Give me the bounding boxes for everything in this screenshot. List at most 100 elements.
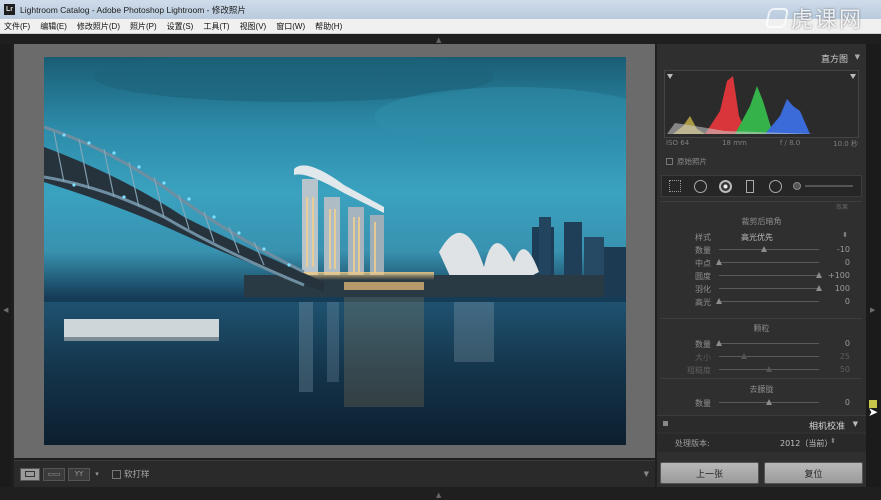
loupe-view-button[interactable] bbox=[20, 467, 40, 481]
vignette-slider-value[interactable]: -10 bbox=[837, 245, 850, 254]
vignette-slider-thumb[interactable] bbox=[816, 272, 822, 278]
effects-title: 效果 bbox=[835, 204, 848, 211]
grain-slider-row[interactable]: 大小 25 bbox=[661, 350, 862, 363]
bottom-panel-toggle-icon[interactable]: ▲ bbox=[436, 491, 441, 499]
panel-switch-icon[interactable] bbox=[663, 421, 668, 426]
watermark: 虎课网 bbox=[764, 2, 863, 34]
photo-preview[interactable] bbox=[44, 57, 626, 445]
process-version-row[interactable]: 处理版本: 2012（当前） ⬍ bbox=[657, 434, 866, 452]
vignette-slider-track[interactable] bbox=[719, 275, 819, 276]
radial-filter-icon bbox=[768, 179, 782, 193]
menu-tools[interactable]: 工具(T) bbox=[203, 21, 229, 32]
panel-button-row: 上一张 复位 bbox=[657, 462, 866, 484]
tool-strip bbox=[661, 175, 862, 197]
vignette-slider-thumb[interactable] bbox=[716, 298, 722, 304]
process-version-dropdown-icon[interactable]: ⬍ bbox=[830, 437, 836, 445]
red-eye-icon bbox=[718, 179, 732, 193]
vignette-slider-thumb[interactable] bbox=[761, 246, 767, 252]
camera-calibration-collapse-icon[interactable]: ▼ bbox=[853, 420, 858, 428]
menu-edit[interactable]: 编辑(E) bbox=[40, 21, 67, 32]
soft-proof-checkbox[interactable] bbox=[112, 469, 121, 479]
vignette-slider-row[interactable]: 圆度 +100 bbox=[661, 269, 862, 282]
vignette-slider-track[interactable] bbox=[719, 301, 819, 302]
grain-slider-thumb[interactable] bbox=[716, 340, 722, 346]
process-version-value[interactable]: 2012（当前） bbox=[780, 438, 832, 449]
dehaze-slider-thumb[interactable] bbox=[766, 399, 772, 405]
dehaze-slider-row[interactable]: 数量 0 bbox=[661, 396, 862, 409]
style-dropdown-icon[interactable]: ⬍ bbox=[842, 231, 848, 239]
style-value[interactable]: 高光优先 bbox=[741, 232, 773, 243]
before-after-button[interactable]: ▭▭ bbox=[43, 467, 65, 481]
bottom-toolbar: ▭▭ YY ▾ 软打样 ▼ bbox=[14, 460, 655, 487]
menu-window[interactable]: 窗口(W) bbox=[276, 21, 305, 32]
histogram-header[interactable]: 直方图 ▼ bbox=[657, 48, 866, 66]
menu-develop[interactable]: 修改照片(D) bbox=[77, 21, 120, 32]
brush-icon bbox=[793, 182, 801, 190]
left-panel-strip[interactable]: ◀ bbox=[0, 44, 11, 487]
menu-view[interactable]: 视图(V) bbox=[240, 21, 267, 32]
vignette-slider-thumb[interactable] bbox=[716, 259, 722, 265]
right-scrollbar[interactable]: ▶ ➤ bbox=[866, 44, 881, 487]
radial-filter-tool-button[interactable] bbox=[768, 179, 782, 193]
dehaze-slider-value[interactable]: 0 bbox=[845, 398, 850, 407]
left-panel-toggle-icon[interactable]: ◀ bbox=[3, 306, 8, 314]
vignette-slider-track[interactable] bbox=[719, 288, 819, 289]
grain-slider-thumb[interactable] bbox=[741, 353, 747, 359]
view-options-arrow-icon[interactable]: ▾ bbox=[93, 468, 101, 481]
vignette-slider-value[interactable]: +100 bbox=[828, 271, 850, 280]
brush-slider[interactable] bbox=[805, 185, 853, 187]
histogram-graph[interactable] bbox=[664, 70, 859, 138]
menu-photo[interactable]: 照片(P) bbox=[130, 21, 157, 32]
camera-calibration-header[interactable]: 相机校准 ▼ bbox=[657, 415, 866, 432]
before-after-swap-button[interactable]: YY bbox=[68, 467, 90, 481]
vignette-slider-track[interactable] bbox=[719, 249, 819, 250]
vignette-style-row[interactable]: 样式 高光优先 ⬍ bbox=[661, 230, 862, 243]
original-photo-label: 原始照片 bbox=[677, 157, 707, 166]
vignette-slider-row[interactable]: 羽化 100 bbox=[661, 282, 862, 295]
window-title: Lightroom Catalog - Adobe Photoshop Ligh… bbox=[20, 4, 246, 15]
vignette-slider-row[interactable]: 高光 0 bbox=[661, 295, 862, 308]
vignette-title: 裁剪后暗角 bbox=[741, 217, 782, 226]
red-eye-tool-button[interactable] bbox=[718, 179, 732, 193]
vignette-slider-value[interactable]: 0 bbox=[845, 258, 850, 267]
right-panel-toggle-icon[interactable]: ▶ bbox=[870, 306, 875, 314]
vignette-slider-row[interactable]: 数量 -10 bbox=[661, 243, 862, 256]
section-divider bbox=[661, 318, 862, 319]
graduated-filter-tool-button[interactable] bbox=[743, 179, 757, 193]
photo-scene bbox=[44, 57, 626, 445]
original-photo-checkbox[interactable] bbox=[666, 158, 673, 165]
grain-slider-thumb[interactable] bbox=[766, 366, 772, 372]
graduated-filter-icon bbox=[746, 179, 754, 193]
grain-slider-track[interactable] bbox=[719, 343, 819, 344]
vignette-slider-value[interactable]: 0 bbox=[845, 297, 850, 306]
grain-slider-value[interactable]: 0 bbox=[845, 339, 850, 348]
previous-button[interactable]: 上一张 bbox=[660, 462, 759, 484]
top-panel-toggle-icon[interactable]: ▲ bbox=[436, 36, 441, 44]
effects-section-header[interactable]: 效果 bbox=[661, 201, 862, 211]
vignette-section: 裁剪后暗角 样式 高光优先 ⬍ 数量 -10 中点 0 圆度 +100 羽化 100 高光 0 bbox=[661, 216, 862, 308]
menu-help[interactable]: 帮助(H) bbox=[315, 21, 342, 32]
grain-slider-value[interactable]: 25 bbox=[840, 352, 850, 361]
toolbar-content-dropdown-icon[interactable]: ▼ bbox=[644, 470, 649, 478]
original-photo-toggle[interactable]: 原始照片 bbox=[666, 156, 707, 167]
grain-slider-label: 粗糙度 bbox=[687, 366, 711, 375]
vignette-slider-row[interactable]: 中点 0 bbox=[661, 256, 862, 269]
grain-slider-row[interactable]: 数量 0 bbox=[661, 337, 862, 350]
grain-slider-label: 数量 bbox=[695, 340, 711, 349]
grain-slider-row[interactable]: 粗糙度 50 bbox=[661, 363, 862, 376]
crop-tool-button[interactable] bbox=[668, 179, 682, 193]
grain-slider-track[interactable] bbox=[719, 356, 819, 357]
histogram-collapse-icon[interactable]: ▼ bbox=[855, 53, 860, 61]
vignette-slider-value[interactable]: 100 bbox=[835, 284, 850, 293]
reset-button[interactable]: 复位 bbox=[764, 462, 863, 484]
menu-file[interactable]: 文件(F) bbox=[4, 21, 30, 32]
shutter-value: 10.0 秒 bbox=[833, 140, 858, 148]
spot-removal-tool-button[interactable] bbox=[693, 179, 707, 193]
grain-slider-value[interactable]: 50 bbox=[840, 365, 850, 374]
vignette-slider-thumb[interactable] bbox=[816, 285, 822, 291]
menu-settings[interactable]: 设置(S) bbox=[167, 21, 194, 32]
vignette-slider-track[interactable] bbox=[719, 262, 819, 263]
vignette-slider-label: 中点 bbox=[695, 259, 711, 268]
adjustment-brush-tool[interactable] bbox=[793, 182, 853, 190]
dehaze-title: 去朦胧 bbox=[749, 385, 774, 394]
